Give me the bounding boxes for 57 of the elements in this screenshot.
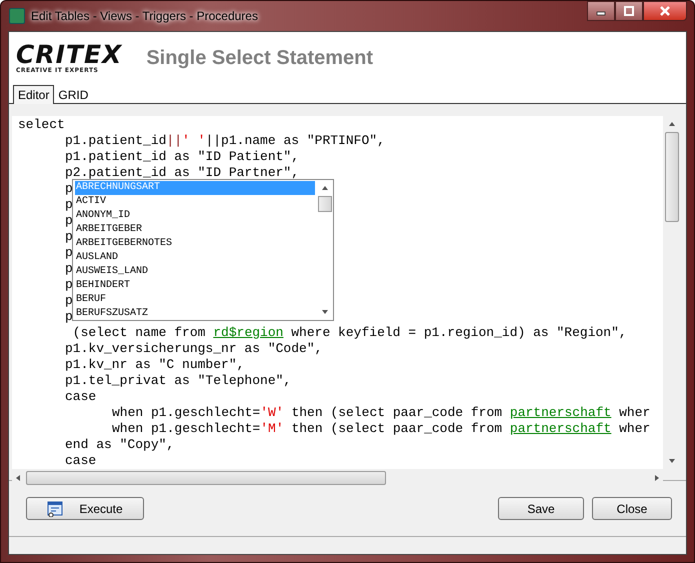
code-line: end as "Copy", bbox=[65, 437, 174, 452]
list-item[interactable]: BEHINDERT bbox=[75, 279, 315, 293]
maximize-icon bbox=[623, 6, 635, 16]
window-run-icon bbox=[47, 500, 64, 516]
code-line: p bbox=[65, 293, 73, 308]
code-line: p bbox=[65, 229, 73, 244]
scroll-thumb[interactable] bbox=[664, 132, 678, 222]
code-line: p bbox=[65, 309, 73, 324]
code-line: p bbox=[65, 261, 73, 276]
code-line: p1.patient_id as "ID Patient", bbox=[65, 149, 300, 164]
app-icon bbox=[9, 8, 25, 24]
close-icon bbox=[659, 6, 671, 16]
scroll-right-icon[interactable] bbox=[655, 474, 659, 480]
window-title: Edit Tables - Views - Triggers - Procedures bbox=[31, 9, 258, 23]
close-button[interactable] bbox=[643, 1, 687, 21]
list-item[interactable]: AUSWEIS_LAND bbox=[75, 265, 315, 279]
button[interactable]: Execute bbox=[26, 497, 144, 520]
code-editor[interactable] bbox=[12, 116, 680, 486]
code-line: p bbox=[65, 277, 73, 292]
code-line: p bbox=[65, 213, 73, 228]
scroll-up-icon[interactable] bbox=[668, 122, 674, 126]
code-line: p1.kv_nr as "C number", bbox=[65, 357, 244, 372]
code-line: select bbox=[18, 117, 65, 132]
code-line: when p1.geschlecht='W' then (select paar_code from partnerschaft wher bbox=[112, 405, 650, 420]
code-line: p1.kv_versicherungs_nr as "Code", bbox=[65, 341, 322, 356]
code-line: p bbox=[65, 197, 73, 212]
list-item[interactable]: ARBEITGEBERNOTES bbox=[75, 237, 315, 251]
code-line: p2.patient_id as "ID Partner", bbox=[65, 165, 300, 180]
scroll-down-icon[interactable] bbox=[668, 459, 674, 463]
code-line: (select name from rd$region where keyfield = p1.region_id) as "Region", bbox=[72, 325, 627, 340]
code-line: case bbox=[65, 453, 96, 468]
button[interactable]: Save bbox=[498, 497, 584, 520]
code-line: p bbox=[65, 245, 73, 260]
code-line: when p1.geschlecht='M' then (select paar_code from partnerschaft wher bbox=[112, 421, 650, 436]
list-item[interactable]: ACTIV bbox=[75, 195, 315, 209]
scroll-thumb[interactable] bbox=[318, 196, 332, 212]
list-item[interactable]: BERUFSZUSATZ bbox=[75, 307, 315, 321]
logo: CRITEX bbox=[16, 42, 122, 67]
dialog-heading: Single Select Statement bbox=[146, 46, 374, 70]
minimize-button[interactable] bbox=[587, 1, 615, 21]
scroll-down-icon[interactable] bbox=[322, 310, 328, 314]
list-item[interactable]: ANONYM_ID bbox=[75, 209, 315, 223]
code-line: p1.patient_id||' '||p1.name as "PRTINFO", bbox=[65, 133, 385, 148]
scroll-up-icon[interactable] bbox=[322, 186, 328, 190]
code-line: case bbox=[65, 389, 96, 404]
tab[interactable]: Editor bbox=[13, 85, 54, 104]
code-line: p1.tel_privat as "Telephone", bbox=[65, 373, 292, 388]
code-line: p bbox=[65, 181, 73, 196]
maximize-button[interactable] bbox=[615, 1, 643, 21]
list-item[interactable]: BERUF bbox=[75, 293, 315, 307]
list-item[interactable]: ARBEITGEBER bbox=[75, 223, 315, 237]
scroll-left-icon[interactable] bbox=[16, 474, 20, 480]
tab[interactable]: GRID bbox=[54, 87, 92, 103]
scroll-thumb[interactable] bbox=[26, 470, 386, 484]
horizontal-scrollbar[interactable] bbox=[12, 469, 663, 486]
button[interactable]: Close bbox=[592, 497, 672, 520]
list-item[interactable]: AUSLAND bbox=[75, 251, 315, 265]
